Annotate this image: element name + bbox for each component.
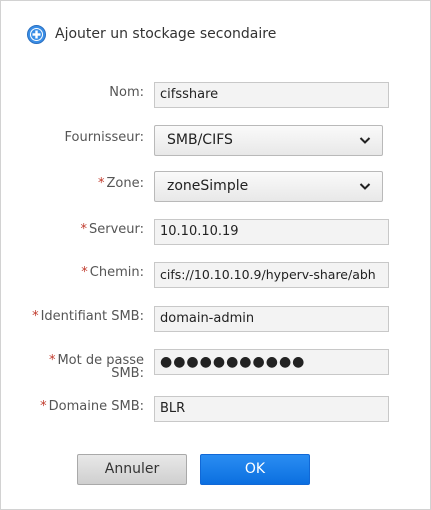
smb-domain-input[interactable]: BLR <box>154 396 389 422</box>
provider-select-value: SMB/CIFS <box>167 132 233 148</box>
smb-user-input[interactable]: domain-admin <box>154 306 389 332</box>
server-input[interactable]: 10.10.10.19 <box>154 219 389 245</box>
smb-domain-label: * Domaine SMB: <box>40 399 144 414</box>
cancel-button[interactable]: Annuler <box>77 454 187 485</box>
zone-label-text: Zone: <box>106 176 144 191</box>
provider-select[interactable]: SMB/CIFS <box>154 125 383 156</box>
zone-label: * Zone: <box>98 176 144 191</box>
provider-label: Fournisseur: <box>64 130 144 145</box>
smb-user-label: * Identifiant SMB: <box>32 309 144 324</box>
required-marker: * <box>48 353 56 368</box>
add-circle-icon <box>27 25 46 44</box>
required-marker: * <box>81 265 88 280</box>
smb-user-label-text: Identifiant SMB: <box>40 309 144 324</box>
dialog-title: Ajouter un stockage secondaire <box>55 26 277 42</box>
smb-domain-label-text: Domaine SMB: <box>48 399 144 414</box>
chevron-down-icon <box>359 137 371 144</box>
zone-select[interactable]: zoneSimple <box>154 171 383 202</box>
add-secondary-storage-dialog: Ajouter un stockage secondaire Nom: cifs… <box>0 0 431 510</box>
server-label-text: Serveur: <box>88 222 144 237</box>
path-input[interactable]: cifs://10.10.10.9/hyperv-share/abh <box>154 262 389 288</box>
required-marker: * <box>32 309 39 324</box>
smb-password-label: * Mot de passe SMB: <box>49 354 144 380</box>
path-label: * Chemin: <box>81 265 144 280</box>
name-input[interactable]: cifsshare <box>154 82 389 108</box>
required-marker: * <box>98 176 105 191</box>
required-marker: * <box>40 399 47 414</box>
smb-password-label-line2: SMB: <box>111 366 144 381</box>
name-label: Nom: <box>109 85 144 100</box>
smb-password-input[interactable]: ●●●●●●●●●●● <box>154 349 389 375</box>
ok-button[interactable]: OK <box>200 454 310 485</box>
server-label: * Serveur: <box>80 222 144 237</box>
chevron-down-icon <box>359 183 371 190</box>
path-label-text: Chemin: <box>89 265 144 280</box>
required-marker: * <box>80 222 87 237</box>
zone-select-value: zoneSimple <box>167 178 249 194</box>
